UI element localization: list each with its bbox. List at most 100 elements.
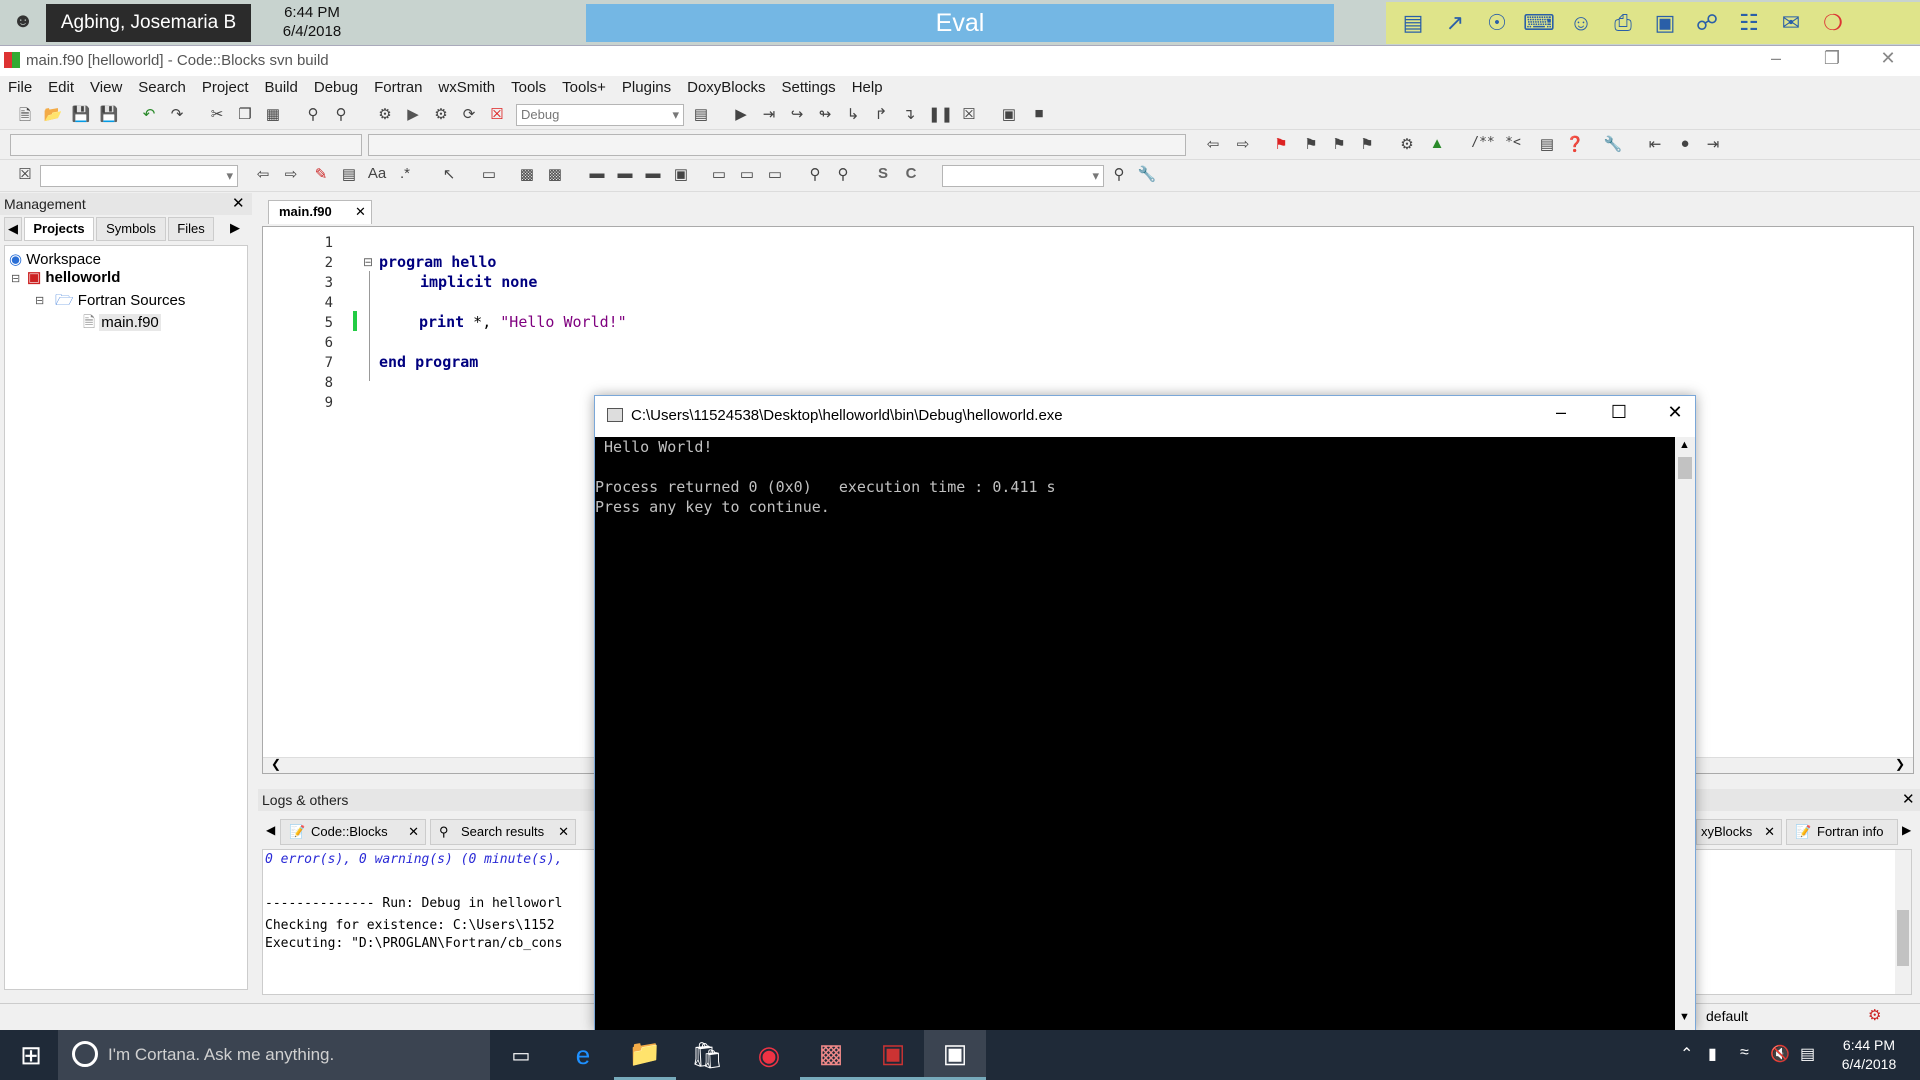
replace-icon[interactable]: ⚲ — [330, 105, 352, 125]
tree-item-workspace[interactable]: ◉ Workspace — [9, 250, 101, 268]
symbols-s-icon[interactable]: S — [872, 165, 894, 185]
volume-muted-icon[interactable]: 🔇 — [1770, 1044, 1790, 1064]
printer-icon[interactable]: ⎙ — [1606, 6, 1640, 40]
tab-scroll-right-icon[interactable]: ▶ — [1902, 823, 1911, 837]
tab-doxyblocks[interactable]: xyBlocks ✕ — [1696, 819, 1782, 845]
close-icon[interactable]: ✕ — [408, 820, 419, 844]
scroll-left-icon[interactable]: ❮ — [271, 757, 281, 771]
minimize-button[interactable]: – — [1541, 402, 1581, 423]
tray-clock[interactable]: 6:44 PM 6/4/2018 — [1822, 1036, 1916, 1074]
save-all-icon[interactable]: 💾 — [98, 105, 120, 125]
spacer-icon[interactable]: ▭ — [708, 165, 730, 185]
console-output[interactable]: Hello World! Process returned 0 (0x0) ex… — [595, 437, 1675, 1031]
notebook-icon[interactable]: ☷ — [1732, 6, 1766, 40]
symbols-c-icon[interactable]: C — [900, 165, 922, 185]
step-instruction-icon[interactable]: ↴ — [898, 105, 920, 125]
tab-fortran-info[interactable]: 📝 Fortran info — [1786, 819, 1898, 845]
menu-project[interactable]: Project — [194, 76, 257, 100]
redo-icon[interactable]: ↷ — [166, 105, 188, 125]
scope-select[interactable] — [10, 134, 362, 156]
next-line-icon[interactable]: ↪ — [786, 105, 808, 125]
console-window[interactable]: C:\Users\11524538\Desktop\helloworld\bin… — [594, 395, 1696, 1031]
bookmark-toggle-icon[interactable]: ⚑ — [1270, 135, 1292, 155]
bookmark-clear-icon[interactable]: ⚑ — [1356, 135, 1378, 155]
menu-plugins[interactable]: Plugins — [614, 76, 679, 100]
message-icon[interactable]: ✉ — [1774, 6, 1808, 40]
widget-frame-icon[interactable]: ▭ — [478, 165, 500, 185]
find-next-icon[interactable]: ⇨ — [280, 165, 302, 185]
clear-icon[interactable]: ☒ — [14, 165, 36, 185]
cortana-search-box[interactable]: I'm Cortana. Ask me anything. — [58, 1030, 490, 1080]
symbol-search-select[interactable]: ▾ — [942, 165, 1104, 187]
selected-text-icon[interactable]: ▤ — [338, 165, 360, 185]
save-icon[interactable]: 💾 — [70, 105, 92, 125]
run-to-cursor-icon[interactable]: ⇥ — [758, 105, 780, 125]
close-icon[interactable]: ✕ — [1764, 820, 1775, 844]
debug-windows-icon[interactable]: ▣ — [998, 105, 1020, 125]
tab-projects[interactable]: Projects — [24, 217, 94, 241]
windows-start-icon[interactable]: ⊞ — [0, 1030, 62, 1080]
tray-chevron-up-icon[interactable]: ⌃ — [1680, 1044, 1693, 1064]
globe-icon[interactable]: ☍ — [1690, 6, 1724, 40]
close-button[interactable]: ✕ — [1868, 48, 1908, 74]
menu-edit[interactable]: Edit — [40, 76, 82, 100]
copy-icon[interactable]: ❐ — [234, 105, 256, 125]
chrome-icon[interactable]: ◉ — [738, 1030, 800, 1080]
back-arrow-icon[interactable]: ⇦ — [1202, 135, 1224, 155]
widget-panel-icon[interactable]: ▩ — [544, 165, 566, 185]
run-icon[interactable]: ▶ — [402, 105, 424, 125]
build-target-select[interactable]: Debug ▾ — [516, 104, 684, 126]
highlight-icon[interactable]: ✎ — [310, 165, 332, 185]
next-instruction-icon[interactable]: ↬ — [814, 105, 836, 125]
menu-help[interactable]: Help — [844, 76, 891, 100]
doxy-chm-icon[interactable]: ❓ — [1564, 135, 1586, 155]
forward-arrow-icon[interactable]: ⇨ — [1232, 135, 1254, 155]
find-icon[interactable]: ⚲ — [302, 105, 324, 125]
bookmark-prev-icon[interactable]: ⚑ — [1300, 135, 1322, 155]
tab-scroll-right-icon[interactable]: ▶ — [226, 217, 244, 241]
tab-scroll-left-icon[interactable]: ◀ — [4, 217, 22, 241]
close-icon[interactable]: ✕ — [1902, 790, 1915, 808]
doxy-wizard-icon[interactable]: ⚙ — [1396, 135, 1418, 155]
minimize-button[interactable]: – — [1756, 48, 1796, 74]
tab-scroll-left-icon[interactable]: ◀ — [266, 823, 275, 837]
close-icon[interactable]: ✕ — [558, 820, 569, 844]
scroll-right-icon[interactable]: ❯ — [1895, 757, 1905, 771]
step-out-icon[interactable]: ↱ — [870, 105, 892, 125]
console-task-icon[interactable]: ▣ — [924, 1030, 986, 1080]
menu-wxsmith[interactable]: wxSmith — [430, 76, 503, 100]
sizer-flex-icon[interactable]: ▣ — [670, 165, 692, 185]
pointer-icon[interactable]: ↖ — [438, 165, 460, 185]
task-view-icon[interactable]: ▭ — [490, 1030, 552, 1080]
jump-forward-icon[interactable]: ⇥ — [1702, 135, 1724, 155]
menu-fortran[interactable]: Fortran — [366, 76, 430, 100]
tab-search-results[interactable]: ⚲ Search results ✕ — [430, 819, 576, 845]
restore-button[interactable]: ❐ — [1812, 48, 1852, 74]
users-icon[interactable]: ☺ — [1564, 6, 1598, 40]
regex-icon[interactable]: .* — [394, 165, 416, 185]
fold-icon[interactable]: ⊟ — [363, 255, 373, 269]
menu-tools[interactable]: Tools — [503, 76, 554, 100]
build-run-icon[interactable]: ⚙ — [430, 105, 452, 125]
symbol-search-icon[interactable]: ⚲ — [1108, 165, 1130, 185]
lifebuoy-icon[interactable]: ❍ — [1816, 6, 1850, 40]
edge-icon[interactable]: e — [552, 1030, 614, 1080]
border-icon[interactable]: ▭ — [736, 165, 758, 185]
battery-icon[interactable]: ▮ — [1708, 1044, 1717, 1064]
menu-tools-plus[interactable]: Tools+ — [554, 76, 614, 100]
wrench-icon[interactable]: 🔧 — [1136, 165, 1158, 185]
undo-icon[interactable]: ↶ — [138, 105, 160, 125]
line-comment-icon[interactable]: *< — [1500, 135, 1526, 155]
sizer-static-icon[interactable]: ▬ — [614, 165, 636, 185]
function-select[interactable] — [368, 134, 1186, 156]
file-explorer-icon[interactable]: 📁 — [614, 1030, 676, 1080]
menu-file[interactable]: File — [0, 76, 40, 100]
maximize-button[interactable]: ☐ — [1599, 402, 1639, 423]
scroll-up-icon[interactable]: ▲ — [1679, 439, 1690, 451]
collapse-icon[interactable]: ⊟ — [11, 272, 20, 285]
menu-settings[interactable]: Settings — [773, 76, 843, 100]
paste-icon[interactable]: ▦ — [262, 105, 284, 125]
find-previous-icon[interactable]: ⇦ — [252, 165, 274, 185]
zoom-out-icon[interactable]: ⚲ — [832, 165, 854, 185]
doxy-prefs-wrench-icon[interactable]: 🔧 — [1602, 135, 1624, 155]
